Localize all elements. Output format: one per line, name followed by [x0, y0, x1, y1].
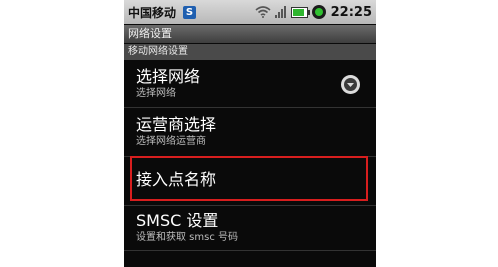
wifi-icon	[255, 6, 271, 18]
item-title: 选择网络	[136, 67, 201, 86]
battery-icon	[290, 6, 310, 18]
status-icons: 22:25	[255, 5, 372, 20]
item-title: 运营商选择	[136, 115, 217, 134]
item-title: SMSC 设置	[136, 211, 219, 230]
phone-screen: 中国移动 S 22:25 网络设置 移动网络设置 选择网络 选择网络 运营商选择…	[124, 0, 376, 267]
dropdown-icon[interactable]	[341, 75, 360, 94]
item-subtitle: 选择网络运营商	[136, 136, 206, 147]
item-title: 接入点名称	[136, 170, 217, 189]
list-item-smsc[interactable]: SMSC 设置 设置和获取 smsc 号码	[124, 207, 376, 251]
carrier-label: 中国移动	[128, 5, 177, 20]
section-header: 移动网络设置	[124, 44, 376, 60]
s-app-icon: S	[183, 5, 197, 19]
signal-icon	[274, 6, 287, 18]
item-subtitle: 选择网络	[136, 88, 176, 99]
alarm-icon	[311, 5, 326, 19]
list-item-apn[interactable]: 接入点名称	[124, 158, 376, 206]
item-subtitle: 设置和获取 smsc 号码	[136, 232, 239, 243]
clock: 22:25	[330, 4, 372, 20]
list-item-operator-select[interactable]: 运营商选择 选择网络运营商	[124, 109, 376, 157]
page-title: 网络设置	[124, 25, 376, 43]
list-item-select-network[interactable]: 选择网络 选择网络	[124, 61, 376, 108]
status-bar: 中国移动 S 22:25	[124, 0, 376, 24]
